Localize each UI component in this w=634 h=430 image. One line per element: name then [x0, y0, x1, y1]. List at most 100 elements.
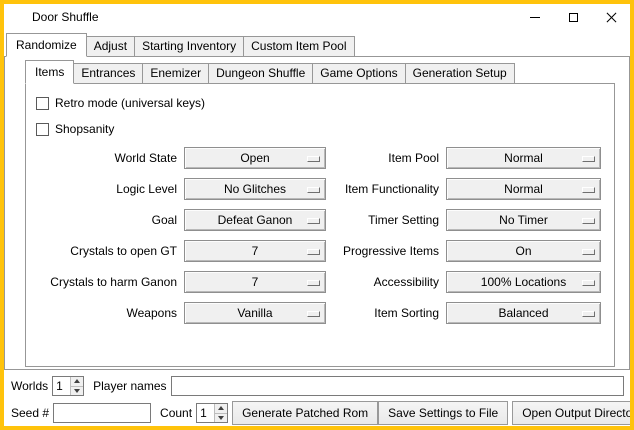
- goal-dropdown[interactable]: Defeat Ganon: [184, 209, 326, 231]
- logic-level-label: Logic Level: [34, 182, 180, 196]
- dropdown-indicator-icon: [582, 187, 595, 193]
- worlds-row: Worlds 1 Player names: [11, 376, 624, 396]
- worlds-spin-buttons: [70, 377, 83, 395]
- weapons-label: Weapons: [34, 306, 180, 320]
- logic-level-dropdown[interactable]: No Glitches: [184, 178, 326, 200]
- tab-randomize[interactable]: Randomize: [6, 33, 87, 57]
- crystals-harm-ganon-dropdown[interactable]: 7: [184, 271, 326, 293]
- dropdown-indicator-icon: [582, 218, 595, 224]
- dropdown-indicator-icon: [307, 249, 320, 255]
- close-button[interactable]: [592, 4, 630, 30]
- seed-input[interactable]: [53, 403, 151, 423]
- app-window: Door Shuffle Randomize Adjust Starting I…: [0, 0, 634, 430]
- dropdown-indicator-icon: [307, 280, 320, 286]
- retro-mode-row: Retro mode (universal keys): [36, 95, 606, 111]
- window-controls: [516, 4, 630, 30]
- tab-custom-item-pool[interactable]: Custom Item Pool: [243, 36, 354, 57]
- settings-grid: World State Open Item Pool Normal Logic …: [34, 147, 606, 324]
- item-pool-dropdown[interactable]: Normal: [446, 147, 601, 169]
- open-output-directory-button[interactable]: Open Output Directory: [512, 401, 634, 425]
- generate-patched-rom-button[interactable]: Generate Patched Rom: [232, 401, 378, 425]
- logic-level-value: No Glitches: [224, 182, 286, 196]
- tab-starting-inventory[interactable]: Starting Inventory: [134, 36, 244, 57]
- weapons-dropdown[interactable]: Vanilla: [184, 302, 326, 324]
- outer-tab-bar: Randomize Adjust Starting Inventory Cust…: [4, 33, 630, 57]
- dropdown-indicator-icon: [307, 218, 320, 224]
- timer-setting-label: Timer Setting: [330, 213, 442, 227]
- progressive-items-dropdown[interactable]: On: [446, 240, 601, 262]
- count-label: Count: [160, 406, 192, 420]
- crystals-harm-ganon-label: Crystals to harm Ganon: [34, 275, 180, 289]
- randomize-panel: Items Entrances Enemizer Dungeon Shuffle…: [4, 56, 630, 370]
- retro-mode-label: Retro mode (universal keys): [55, 96, 205, 110]
- seed-label: Seed #: [11, 406, 49, 420]
- arrow-down-icon: [218, 416, 224, 420]
- progressive-items-value: On: [515, 244, 531, 258]
- crystals-open-gt-dropdown[interactable]: 7: [184, 240, 326, 262]
- tab-generation-setup[interactable]: Generation Setup: [405, 63, 515, 84]
- dropdown-indicator-icon: [582, 249, 595, 255]
- tab-adjust[interactable]: Adjust: [86, 36, 135, 57]
- goal-label: Goal: [34, 213, 180, 227]
- goal-value: Defeat Ganon: [218, 213, 293, 227]
- arrow-up-icon: [74, 379, 80, 383]
- worlds-value: 1: [53, 377, 70, 395]
- minimize-button[interactable]: [516, 4, 554, 30]
- count-spinbox[interactable]: 1: [196, 403, 228, 423]
- accessibility-value: 100% Locations: [481, 275, 566, 289]
- weapons-value: Vanilla: [237, 306, 272, 320]
- count-value: 1: [197, 404, 214, 422]
- item-sorting-value: Balanced: [498, 306, 548, 320]
- inner-tab-bar: Items Entrances Enemizer Dungeon Shuffle…: [25, 60, 629, 84]
- shopsanity-checkbox[interactable]: [36, 123, 49, 136]
- shopsanity-label: Shopsanity: [55, 122, 114, 136]
- timer-setting-dropdown[interactable]: No Timer: [446, 209, 601, 231]
- bottom-controls: Worlds 1 Player names Seed # Count 1: [4, 370, 630, 425]
- dropdown-indicator-icon: [582, 280, 595, 286]
- item-functionality-label: Item Functionality: [330, 182, 442, 196]
- maximize-icon: [569, 13, 578, 22]
- world-state-value: Open: [240, 151, 269, 165]
- worlds-spin-down-button[interactable]: [71, 387, 83, 396]
- progressive-items-label: Progressive Items: [330, 244, 442, 258]
- item-sorting-dropdown[interactable]: Balanced: [446, 302, 601, 324]
- minimize-icon: [530, 17, 540, 18]
- items-panel: Retro mode (universal keys) Shopsanity W…: [25, 83, 615, 367]
- item-functionality-dropdown[interactable]: Normal: [446, 178, 601, 200]
- worlds-spinbox[interactable]: 1: [52, 376, 84, 396]
- timer-setting-value: No Timer: [499, 213, 548, 227]
- tab-dungeon-shuffle[interactable]: Dungeon Shuffle: [208, 63, 313, 84]
- item-sorting-label: Item Sorting: [330, 306, 442, 320]
- window-title: Door Shuffle: [32, 10, 99, 24]
- player-names-input[interactable]: [171, 376, 625, 396]
- seed-row: Seed # Count 1 Generate Patched Rom Save…: [11, 401, 624, 425]
- tab-items[interactable]: Items: [25, 60, 74, 84]
- crystals-harm-ganon-value: 7: [252, 275, 259, 289]
- tab-enemizer[interactable]: Enemizer: [142, 63, 209, 84]
- count-spin-up-button[interactable]: [215, 404, 227, 414]
- item-pool-label: Item Pool: [330, 151, 442, 165]
- worlds-label: Worlds: [11, 379, 48, 393]
- shopsanity-row: Shopsanity: [36, 121, 606, 137]
- maximize-button[interactable]: [554, 4, 592, 30]
- worlds-spin-up-button[interactable]: [71, 377, 83, 387]
- accessibility-dropdown[interactable]: 100% Locations: [446, 271, 601, 293]
- crystals-open-gt-label: Crystals to open GT: [34, 244, 180, 258]
- crystals-open-gt-value: 7: [252, 244, 259, 258]
- count-spin-buttons: [214, 404, 227, 422]
- titlebar: Door Shuffle: [4, 4, 630, 30]
- tab-game-options[interactable]: Game Options: [312, 63, 405, 84]
- item-pool-value: Normal: [504, 151, 543, 165]
- item-functionality-value: Normal: [504, 182, 543, 196]
- count-spin-down-button[interactable]: [215, 414, 227, 423]
- dropdown-indicator-icon: [582, 156, 595, 162]
- retro-mode-checkbox[interactable]: [36, 97, 49, 110]
- world-state-dropdown[interactable]: Open: [184, 147, 326, 169]
- save-settings-button[interactable]: Save Settings to File: [378, 401, 508, 425]
- dropdown-indicator-icon: [307, 311, 320, 317]
- close-icon: [606, 12, 617, 23]
- dropdown-indicator-icon: [307, 187, 320, 193]
- tab-entrances[interactable]: Entrances: [73, 63, 143, 84]
- dropdown-indicator-icon: [582, 311, 595, 317]
- player-names-label: Player names: [93, 379, 166, 393]
